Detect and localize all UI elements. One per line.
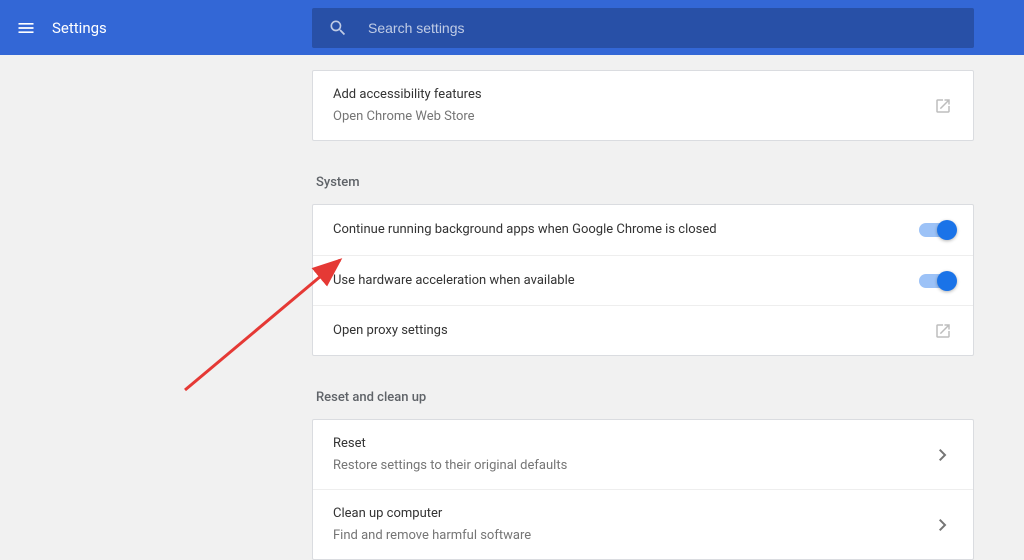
- reset-section-header: Reset and clean up: [312, 372, 974, 419]
- external-link-icon: [933, 321, 953, 341]
- row-title: Reset: [333, 434, 933, 454]
- proxy-row[interactable]: Open proxy settings: [313, 305, 973, 355]
- row-title: Open proxy settings: [333, 321, 933, 341]
- hw-accel-toggle[interactable]: [919, 274, 953, 288]
- search-input[interactable]: [368, 20, 958, 36]
- system-section-header: System: [312, 157, 974, 204]
- row-title: Continue running background apps when Go…: [333, 220, 919, 240]
- cleanup-row[interactable]: Clean up computer Find and remove harmfu…: [313, 489, 973, 559]
- row-subtitle: Open Chrome Web Store: [333, 107, 933, 127]
- reset-row[interactable]: Reset Restore settings to their original…: [313, 420, 973, 489]
- menu-icon[interactable]: [0, 18, 52, 38]
- search-bar[interactable]: [312, 8, 974, 48]
- page-title: Settings: [52, 19, 107, 37]
- row-title: Add accessibility features: [333, 85, 933, 105]
- row-title: Use hardware acceleration when available: [333, 271, 919, 291]
- chevron-right-icon: [933, 445, 953, 465]
- row-title: Clean up computer: [333, 504, 933, 524]
- background-apps-row: Continue running background apps when Go…: [313, 205, 973, 255]
- system-card: Continue running background apps when Go…: [312, 204, 974, 356]
- chevron-right-icon: [933, 515, 953, 535]
- reset-card: Reset Restore settings to their original…: [312, 419, 974, 560]
- hw-accel-row: Use hardware acceleration when available: [313, 255, 973, 305]
- settings-content: Add accessibility features Open Chrome W…: [312, 55, 974, 560]
- background-apps-toggle[interactable]: [919, 223, 953, 237]
- accessibility-row[interactable]: Add accessibility features Open Chrome W…: [313, 71, 973, 140]
- accessibility-card: Add accessibility features Open Chrome W…: [312, 70, 974, 141]
- external-link-icon: [933, 96, 953, 116]
- row-subtitle: Find and remove harmful software: [333, 526, 933, 546]
- app-header: Settings: [0, 0, 1024, 55]
- search-icon: [328, 18, 348, 38]
- row-subtitle: Restore settings to their original defau…: [333, 456, 933, 476]
